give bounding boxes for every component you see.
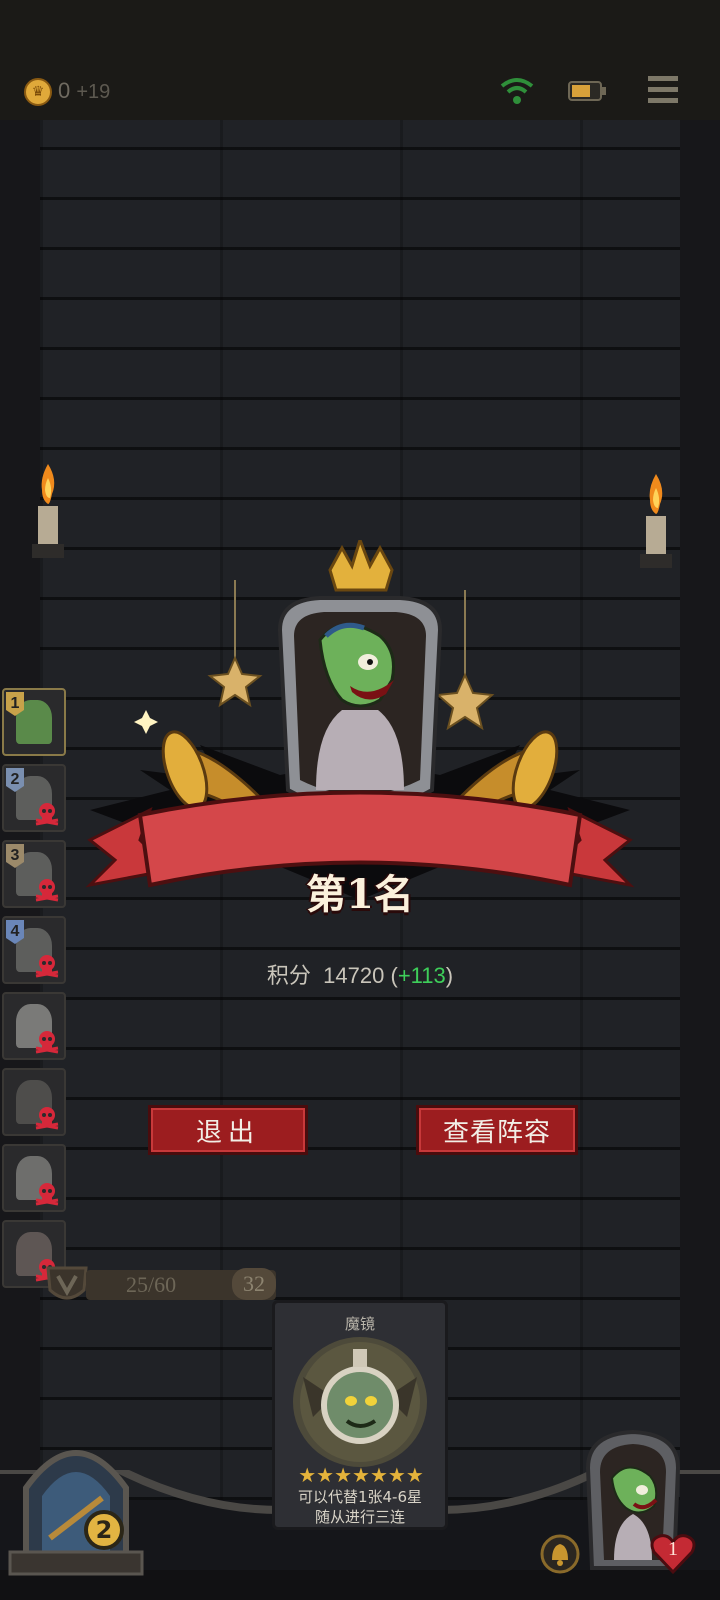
score-delta-close: ) [445, 963, 454, 988]
leaderboard-entry[interactable]: 3 [2, 840, 66, 908]
leaderboard-entry[interactable] [2, 1068, 66, 1136]
coin-gain: +19 [76, 81, 111, 103]
skull-icon [35, 803, 59, 826]
leaderboard-entry[interactable] [2, 992, 66, 1060]
coin-counter: 0 +19 [58, 78, 110, 104]
card-desc-line-2: 随从进行三连 [314, 1508, 405, 1526]
skull-icon [35, 955, 59, 978]
gold-counter: 32 [232, 1268, 276, 1300]
skull-icon [35, 879, 59, 902]
xp-text: 25/60 [126, 1272, 177, 1297]
crown-icon [328, 540, 394, 592]
battery-icon [568, 81, 606, 101]
star-left-icon [207, 655, 263, 708]
wifi-icon [500, 78, 534, 104]
rank-title: 第1名 [306, 871, 414, 918]
score-line: 积分 14720 (+113) [0, 958, 720, 990]
view-lineup-button[interactable]: 查看阵容 [416, 1105, 578, 1155]
minion-card[interactable]: 魔镜 ★★★★★★★ 可以代替1张4-6星 随从进行三连 [272, 1300, 448, 1530]
torch-right-icon [640, 474, 672, 568]
right-pillar [680, 120, 720, 1500]
score-label: 积分 [266, 963, 311, 988]
leaderboard-entry[interactable] [2, 1144, 66, 1212]
card-name: 魔镜 [344, 1315, 375, 1333]
coin-count: 0 [58, 78, 71, 103]
sparkle-icon [134, 710, 158, 734]
magic-mirror-icon [300, 1342, 420, 1462]
tavern-shield-icon [46, 1266, 88, 1300]
card-description: 可以代替1张4-6星 随从进行三连 [275, 1487, 445, 1527]
card-art [293, 1337, 427, 1467]
star-right-icon [435, 672, 495, 731]
exit-button[interactable]: 退出 [148, 1105, 308, 1155]
score-delta: +113 [397, 963, 446, 988]
tavern-portal-icon[interactable] [6, 1428, 146, 1578]
skull-icon [35, 1107, 59, 1130]
card-stars: ★★★★★★★ [298, 1463, 424, 1487]
skull-icon [35, 1183, 59, 1206]
tavern-level-badge: 2 [84, 1510, 124, 1550]
score-value: 14720 [323, 963, 385, 988]
health-value: 1 [668, 1538, 678, 1560]
leaderboard-entry[interactable]: 4 [2, 916, 66, 984]
score-delta-open: ( [390, 963, 398, 988]
top-bar: ♛ 0 +19 [0, 0, 720, 120]
torch-left-icon [32, 464, 64, 558]
coin-icon: ♛ [24, 78, 52, 106]
card-desc-line-1: 可以代替1张4-6星 [297, 1488, 423, 1506]
bell-icon[interactable] [540, 1534, 580, 1574]
menu-icon[interactable] [646, 72, 680, 108]
leaderboard-entry[interactable]: 1 [2, 688, 66, 756]
leaderboard-entry[interactable]: 2 [2, 764, 66, 832]
skull-icon [35, 1031, 59, 1054]
